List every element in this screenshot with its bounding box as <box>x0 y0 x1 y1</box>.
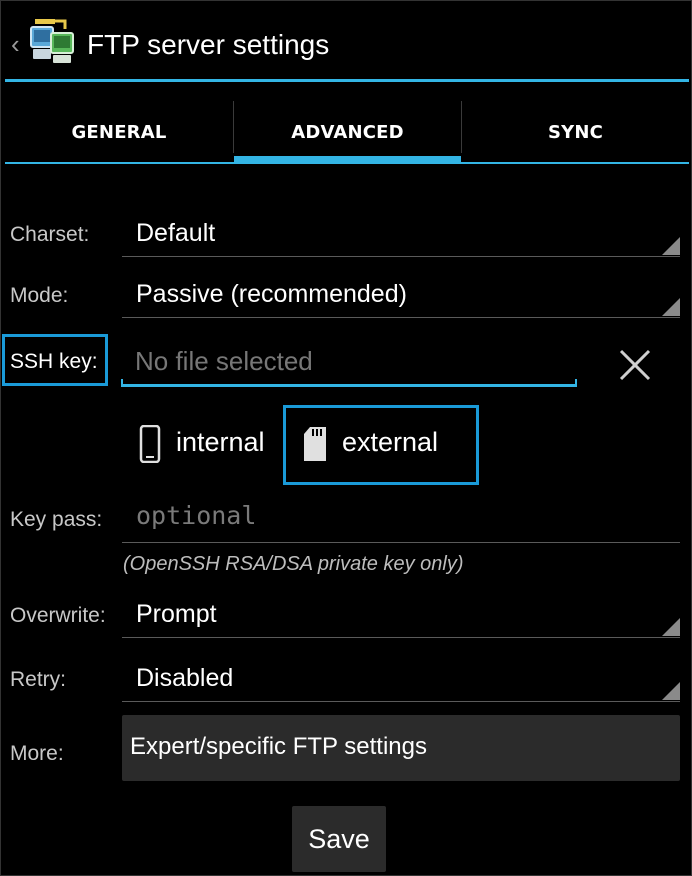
action-bar: ‹ FTP server settings <box>1 1 692 82</box>
field-end-tick <box>575 379 577 387</box>
retry-spinner[interactable]: Disabled <box>122 662 680 702</box>
tab-general[interactable]: GENERAL <box>5 99 233 165</box>
spinner-underline <box>122 701 680 702</box>
overwrite-label: Overwrite: <box>10 604 106 627</box>
dropdown-triangle-icon <box>662 618 680 636</box>
storage-internal-label: internal <box>176 427 265 457</box>
spinner-underline <box>122 317 680 318</box>
ssh-key-file-field[interactable]: No file selected <box>121 343 577 387</box>
retry-label: Retry: <box>10 668 67 691</box>
field-end-tick <box>121 379 123 387</box>
overwrite-value: Prompt <box>136 600 217 628</box>
tab-bar: GENERAL ADVANCED SYNC <box>5 99 689 167</box>
key-pass-placeholder: optional <box>136 501 257 530</box>
charset-label: Charset: <box>10 223 90 246</box>
storage-internal-option[interactable]: internal <box>131 415 281 475</box>
ssh-key-placeholder: No file selected <box>135 346 313 376</box>
key-pass-hint: (OpenSSH RSA/DSA private key only) <box>123 553 464 575</box>
key-pass-label: Key pass: <box>10 508 103 531</box>
dropdown-triangle-icon <box>662 682 680 700</box>
spinner-underline <box>122 256 680 257</box>
sd-card-icon <box>304 427 326 461</box>
key-pass-input[interactable]: optional <box>122 497 680 543</box>
input-underline <box>122 542 680 543</box>
more-label: More: <box>10 742 64 765</box>
ftp-app-icon[interactable] <box>25 17 79 65</box>
storage-external-label: external <box>342 427 439 457</box>
phone-icon <box>139 425 161 463</box>
screen: ‹ FTP server settings GENERAL ADVANCED S… <box>0 0 692 876</box>
mode-value: Passive (recommended) <box>136 280 407 308</box>
expert-settings-button[interactable]: Expert/specific FTP settings <box>122 715 680 781</box>
expert-settings-label: Expert/specific FTP settings <box>130 733 427 760</box>
action-bar-divider <box>5 79 689 82</box>
save-button[interactable]: Save <box>292 806 386 872</box>
overwrite-spinner[interactable]: Prompt <box>122 598 680 638</box>
storage-external-option[interactable]: external <box>293 415 471 475</box>
spinner-underline <box>122 637 680 638</box>
mode-label: Mode: <box>10 284 69 307</box>
ssh-key-label: SSH key: <box>10 350 98 373</box>
charset-value: Default <box>136 219 216 247</box>
tab-sync[interactable]: SYNC <box>462 99 689 165</box>
charset-spinner[interactable]: Default <box>122 217 680 257</box>
page-title: FTP server settings <box>87 29 330 60</box>
retry-value: Disabled <box>136 664 234 692</box>
dropdown-triangle-icon <box>662 298 680 316</box>
close-icon[interactable] <box>613 343 657 387</box>
selected-tab-indicator <box>234 156 461 164</box>
mode-spinner[interactable]: Passive (recommended) <box>122 278 680 318</box>
chevron-left-icon[interactable]: ‹ <box>11 31 20 57</box>
file-field-underline <box>121 384 577 387</box>
dropdown-triangle-icon <box>662 237 680 255</box>
